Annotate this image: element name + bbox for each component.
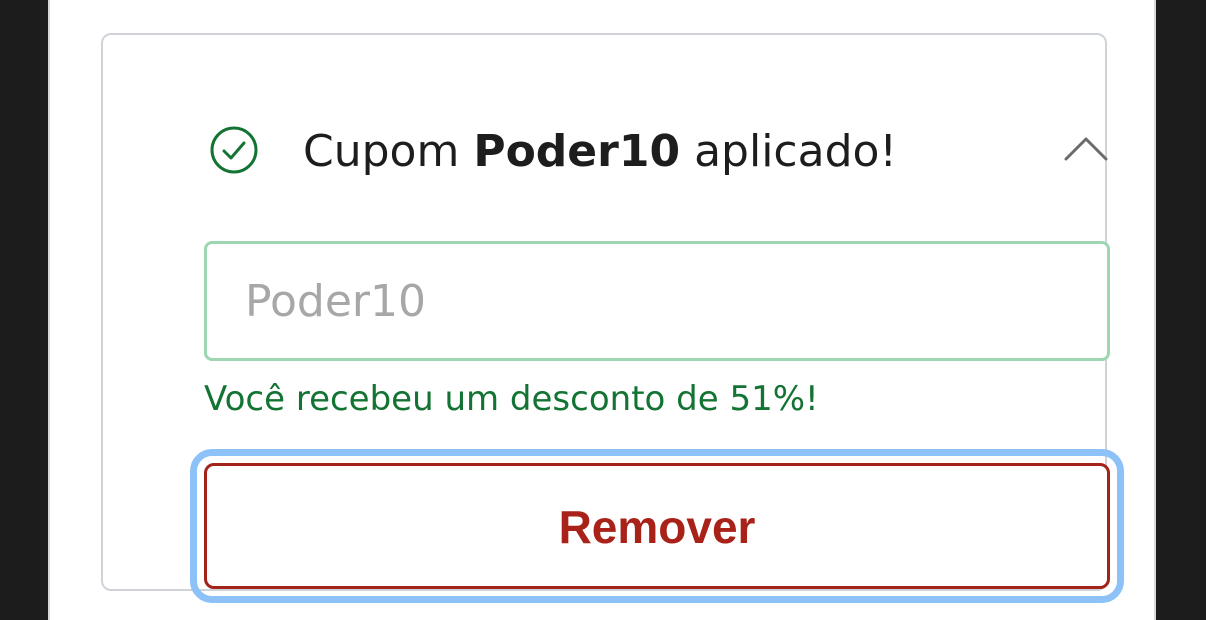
check-circle-icon (210, 126, 258, 174)
coupon-header-prefix: Cupom (303, 126, 460, 177)
chevron-up-icon[interactable] (1063, 131, 1109, 165)
coupon-input[interactable] (204, 241, 1110, 361)
coupon-header-title: Cupom Poder10 aplicado! (303, 121, 897, 183)
remove-coupon-button[interactable]: Remover (204, 463, 1110, 589)
page: Cupom Poder10 aplicado! Você recebeu um … (48, 0, 1156, 620)
coupon-header-suffix: aplicado! (694, 126, 898, 177)
coupon-code: Poder10 (473, 126, 681, 177)
discount-success-message: Você recebeu um desconto de 51%! (204, 379, 819, 419)
coupon-card: Cupom Poder10 aplicado! Você recebeu um … (101, 33, 1124, 603)
